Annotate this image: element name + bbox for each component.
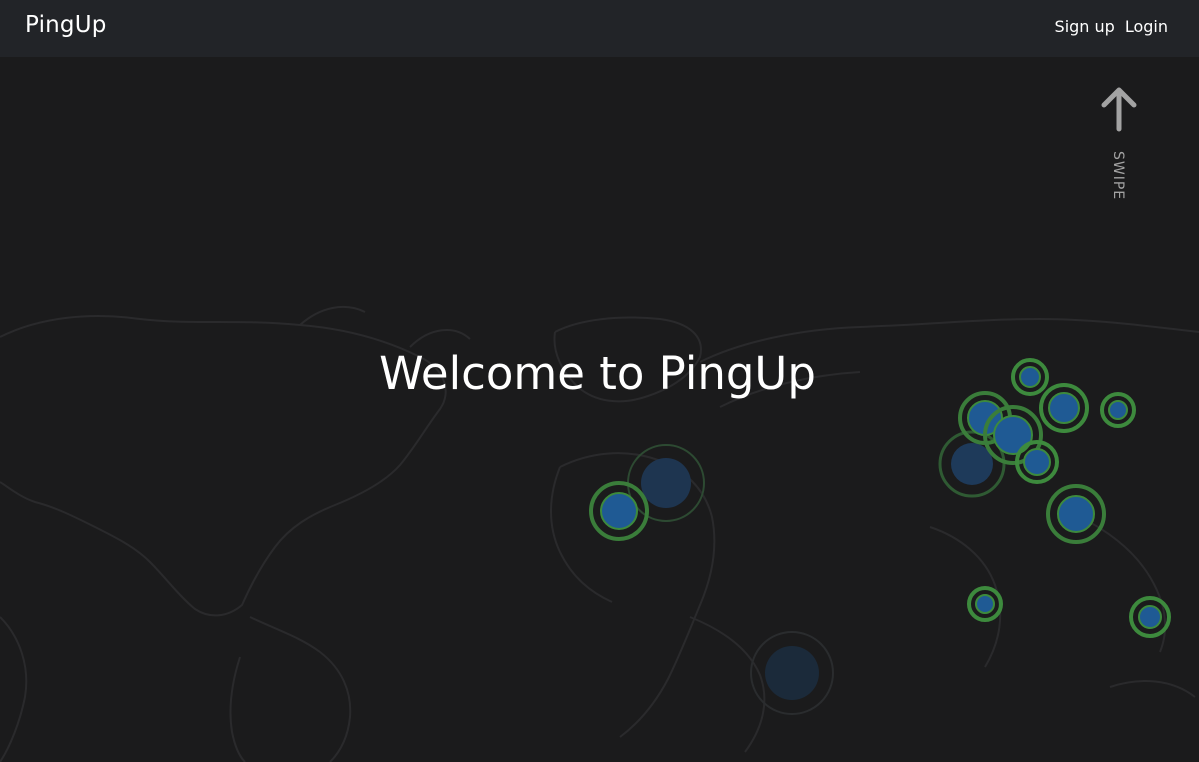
login-link[interactable]: Login	[1125, 17, 1168, 36]
ping-marker	[1046, 484, 1106, 544]
nav-links: Sign up Login	[1055, 17, 1168, 36]
world-map	[0, 305, 1199, 762]
swipe-label: SWIPE	[1110, 151, 1126, 201]
ping-marker	[627, 444, 705, 522]
brand-logo[interactable]: PingUp	[25, 12, 107, 38]
hero-section: Welcome to PingUp SWIPE	[0, 57, 1199, 762]
ping-marker	[589, 481, 649, 541]
sign-up-link[interactable]: Sign up	[1055, 17, 1115, 36]
faded-pings	[627, 430, 1006, 715]
ping-marker	[1015, 440, 1059, 484]
hero-title: Welcome to PingUp	[379, 347, 816, 400]
top-navbar: PingUp Sign up Login	[0, 0, 1199, 57]
ping-marker	[1129, 596, 1171, 638]
swipe-hint[interactable]: SWIPE	[1098, 85, 1140, 215]
ping-marker	[750, 631, 834, 715]
ping-marker	[967, 586, 1003, 622]
arrow-up-icon	[1101, 87, 1137, 132]
